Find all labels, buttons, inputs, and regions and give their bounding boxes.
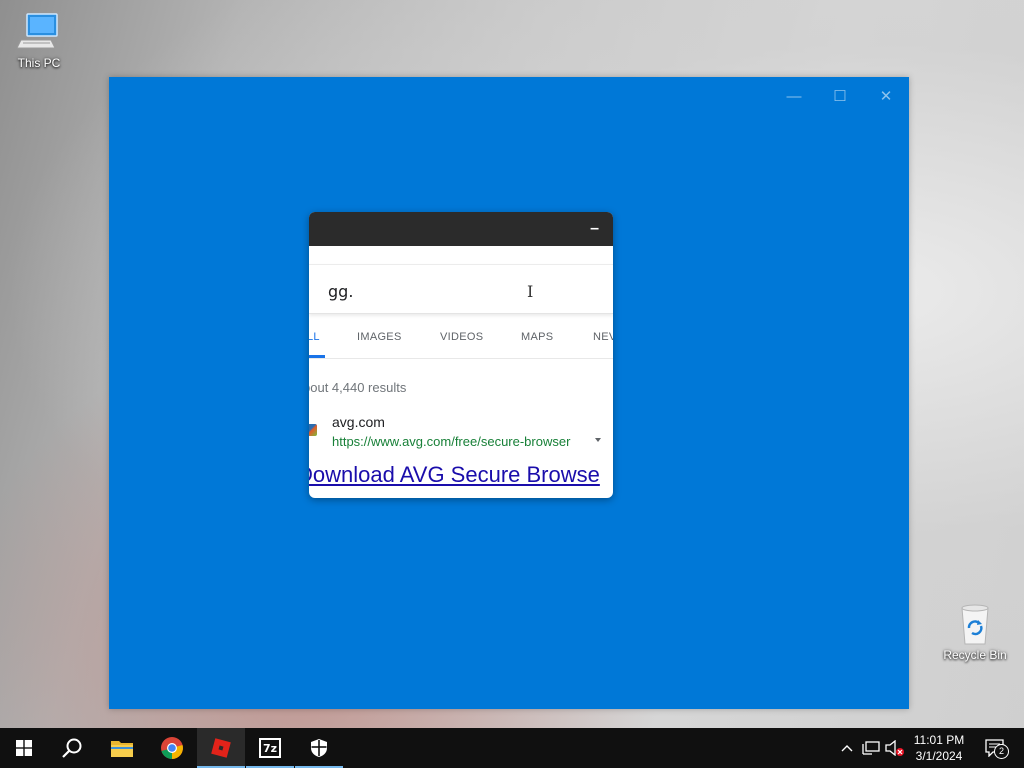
- chrome-button[interactable]: [148, 728, 196, 768]
- start-button[interactable]: [0, 728, 48, 768]
- tab-videos[interactable]: VIDEOS: [440, 331, 483, 343]
- seven-zip-label: 7z: [262, 741, 278, 755]
- result-title-link[interactable]: Download AVG Secure Browse: [309, 462, 600, 488]
- result-count: bout 4,440 results: [309, 380, 407, 395]
- folder-icon: [111, 741, 133, 757]
- window-close-button[interactable]: ✕: [863, 82, 909, 112]
- shield-icon: [311, 739, 327, 757]
- tab-all-indicator: [309, 355, 325, 358]
- windows-logo-icon: [16, 740, 32, 756]
- window-maximize-button[interactable]: ☐: [817, 82, 863, 112]
- search-icon: [62, 738, 82, 758]
- search-button[interactable]: [48, 728, 96, 768]
- avg-favicon-icon: [309, 424, 317, 436]
- taskbar: 7z 11:01 PM 3/1/2024 2: [0, 728, 1024, 768]
- roblox-icon: [211, 738, 231, 758]
- window-minimize-button[interactable]: —: [771, 82, 817, 112]
- result-site-name[interactable]: avg.com: [332, 414, 385, 430]
- windows-security-button[interactable]: [295, 728, 343, 768]
- seven-zip-button[interactable]: 7z: [246, 728, 294, 768]
- file-explorer-button[interactable]: [98, 728, 146, 768]
- search-tabs: LL IMAGES VIDEOS MAPS NEV: [309, 322, 613, 359]
- computer-icon: [16, 10, 61, 54]
- recycle-bin-label: Recycle Bin: [943, 648, 1007, 662]
- text-cursor-icon: I: [527, 282, 534, 301]
- url-menu-arrow-icon[interactable]: [595, 438, 601, 442]
- tab-all[interactable]: LL: [309, 331, 320, 343]
- tab-news[interactable]: NEV: [593, 331, 613, 343]
- this-pc-desktop-icon[interactable]: This PC: [0, 10, 79, 70]
- recycle-bin-icon: [953, 602, 997, 646]
- popup-titlebar[interactable]: –: [309, 212, 613, 246]
- clock-time: 11:01 PM: [913, 733, 965, 747]
- network-icon[interactable]: [861, 738, 881, 758]
- chevron-up-icon[interactable]: [837, 738, 857, 758]
- chrome-icon: [161, 737, 183, 759]
- roblox-button[interactable]: [197, 728, 245, 768]
- notification-count-badge: 2: [994, 744, 1009, 759]
- tab-maps[interactable]: MAPS: [521, 331, 553, 343]
- action-center-button[interactable]: 2: [982, 738, 1009, 759]
- this-pc-label: This PC: [17, 56, 61, 70]
- recycle-bin-desktop-icon[interactable]: Recycle Bin: [935, 602, 1015, 662]
- clock-date: 3/1/2024: [915, 749, 963, 763]
- search-box[interactable]: gg. I: [309, 264, 613, 314]
- seven-zip-icon: 7z: [259, 738, 281, 758]
- popup-minimize-button[interactable]: –: [590, 221, 599, 237]
- result-url[interactable]: https://www.avg.com/free/secure-browser: [332, 434, 570, 449]
- search-input[interactable]: gg.: [328, 282, 353, 301]
- clock[interactable]: 11:01 PM 3/1/2024: [902, 732, 976, 764]
- tab-images[interactable]: IMAGES: [357, 331, 402, 343]
- desktop: This PC Recycle Bin — ☐ ✕ – gg. I LL IMA…: [0, 0, 1024, 728]
- browser-popup: – gg. I LL IMAGES VIDEOS MAPS NEV bout 4…: [309, 212, 613, 498]
